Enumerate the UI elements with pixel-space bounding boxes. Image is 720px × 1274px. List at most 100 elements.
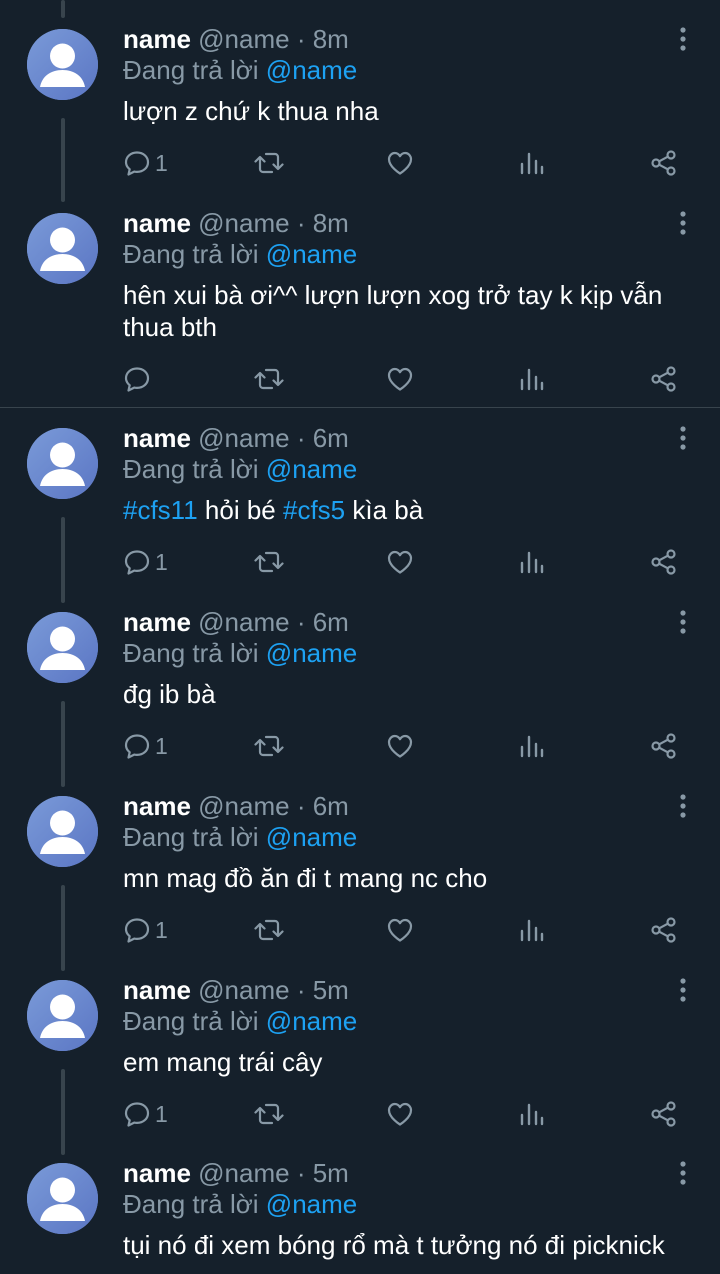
- timestamp[interactable]: 5m: [313, 975, 349, 1005]
- retweet-button[interactable]: [254, 361, 284, 397]
- share-button[interactable]: [650, 912, 678, 948]
- tweet[interactable]: name @name · 8m Đang trả lời @name lượn z …: [0, 0, 720, 202]
- analytics-button[interactable]: [519, 544, 545, 580]
- mention-link[interactable]: @name: [266, 638, 357, 668]
- like-button[interactable]: [386, 145, 414, 181]
- avatar[interactable]: [27, 980, 98, 1051]
- analytics-button[interactable]: [519, 361, 545, 397]
- reply-button[interactable]: 1: [123, 145, 168, 181]
- text-segment: lượn z chứ k thua nha: [123, 96, 379, 126]
- tweet[interactable]: name @name · 6m Đang trả lời @name #cfs11 …: [0, 399, 720, 603]
- avatar[interactable]: [27, 428, 98, 499]
- author-name[interactable]: name: [123, 1158, 191, 1188]
- analytics-button[interactable]: [519, 728, 545, 764]
- tweet-actions: 1: [0, 544, 720, 580]
- reply-button[interactable]: 1: [123, 1096, 168, 1132]
- separator-dot: ·: [289, 423, 313, 453]
- more-vertical-icon[interactable]: [670, 425, 696, 453]
- avatar[interactable]: [27, 29, 98, 100]
- text-segment: hên xui bà ơi^^ lượn lượn xog trở tay k …: [123, 280, 663, 342]
- share-button[interactable]: [650, 1096, 678, 1132]
- avatar[interactable]: [27, 213, 98, 284]
- like-button[interactable]: [386, 361, 414, 397]
- reply-button[interactable]: 1: [123, 544, 168, 580]
- tweet[interactable]: name @name · 5m Đang trả lời @name em mang…: [0, 951, 720, 1155]
- mention-link[interactable]: @name: [266, 454, 357, 484]
- timestamp[interactable]: 8m: [313, 24, 349, 54]
- default-profile-icon: [27, 213, 98, 284]
- author-handle[interactable]: @name: [198, 208, 289, 238]
- tweet[interactable]: name @name · 6m Đang trả lời @name mn mag …: [0, 767, 720, 971]
- author-handle[interactable]: @name: [198, 975, 289, 1005]
- share-button[interactable]: [650, 361, 678, 397]
- more-vertical-icon[interactable]: [670, 977, 696, 1005]
- author-handle[interactable]: @name: [198, 607, 289, 637]
- share-icon: [650, 916, 678, 944]
- tweet-actions: 1: [0, 912, 720, 948]
- more-vertical-icon[interactable]: [670, 1160, 696, 1188]
- share-button[interactable]: [650, 145, 678, 181]
- tweet-text: #cfs11 hỏi bé #cfs5 kìa bà: [123, 494, 698, 526]
- replying-to: Đang trả lời @name: [123, 238, 357, 270]
- timestamp[interactable]: 6m: [313, 791, 349, 821]
- mention-link[interactable]: @name: [266, 55, 357, 85]
- retweet-icon: [254, 548, 284, 576]
- analytics-button[interactable]: [519, 1096, 545, 1132]
- hashtag-link[interactable]: #cfs5: [283, 495, 345, 525]
- author-handle[interactable]: @name: [198, 1158, 289, 1188]
- analytics-bars-icon: [519, 732, 545, 760]
- avatar[interactable]: [27, 796, 98, 867]
- analytics-button[interactable]: [519, 145, 545, 181]
- mention-link[interactable]: @name: [266, 1189, 357, 1219]
- more-vertical-icon[interactable]: [670, 793, 696, 821]
- timestamp[interactable]: 5m: [313, 1158, 349, 1188]
- timestamp[interactable]: 6m: [313, 607, 349, 637]
- tweet[interactable]: name @name · 8m Đang trả lời @name hên xui…: [0, 184, 720, 401]
- author-handle[interactable]: @name: [198, 791, 289, 821]
- author-name[interactable]: name: [123, 423, 191, 453]
- timestamp[interactable]: 6m: [313, 423, 349, 453]
- more-vertical-icon[interactable]: [670, 609, 696, 637]
- hashtag-link[interactable]: #cfs11: [123, 495, 198, 525]
- author-name[interactable]: name: [123, 607, 191, 637]
- reply-count: 1: [155, 149, 168, 176]
- author-handle[interactable]: @name: [198, 24, 289, 54]
- like-button[interactable]: [386, 1096, 414, 1132]
- timeline-feed: name @name · 8m Đang trả lời @name lượn z …: [0, 0, 720, 1274]
- share-button[interactable]: [650, 728, 678, 764]
- author-name[interactable]: name: [123, 208, 191, 238]
- reply-button[interactable]: 1: [123, 912, 168, 948]
- mention-link[interactable]: @name: [266, 1006, 357, 1036]
- tweet[interactable]: name @name · 6m Đang trả lời @name đg ib b…: [0, 583, 720, 787]
- retweet-button[interactable]: [254, 728, 284, 764]
- retweet-icon: [254, 149, 284, 177]
- reply-button[interactable]: 1: [123, 728, 168, 764]
- analytics-bars-icon: [519, 1100, 545, 1128]
- retweet-button[interactable]: [254, 1096, 284, 1132]
- like-button[interactable]: [386, 728, 414, 764]
- like-button[interactable]: [386, 544, 414, 580]
- replying-label: Đang trả lời: [123, 239, 259, 269]
- share-button[interactable]: [650, 544, 678, 580]
- analytics-button[interactable]: [519, 912, 545, 948]
- tweet[interactable]: name @name · 5m Đang trả lời @name tụi nó …: [0, 1134, 720, 1274]
- avatar[interactable]: [27, 612, 98, 683]
- author-name[interactable]: name: [123, 975, 191, 1005]
- author-name[interactable]: name: [123, 791, 191, 821]
- mention-link[interactable]: @name: [266, 822, 357, 852]
- tweet-actions: 1: [0, 728, 720, 764]
- avatar[interactable]: [27, 1163, 98, 1234]
- analytics-bars-icon: [519, 916, 545, 944]
- reply-button[interactable]: [123, 361, 155, 397]
- author-handle[interactable]: @name: [198, 423, 289, 453]
- more-vertical-icon[interactable]: [670, 210, 696, 238]
- like-button[interactable]: [386, 912, 414, 948]
- timestamp[interactable]: 8m: [313, 208, 349, 238]
- retweet-button[interactable]: [254, 544, 284, 580]
- retweet-button[interactable]: [254, 912, 284, 948]
- mention-link[interactable]: @name: [266, 239, 357, 269]
- retweet-button[interactable]: [254, 145, 284, 181]
- more-vertical-icon[interactable]: [670, 26, 696, 54]
- tweet-header: name @name · 6m: [123, 422, 349, 454]
- author-name[interactable]: name: [123, 24, 191, 54]
